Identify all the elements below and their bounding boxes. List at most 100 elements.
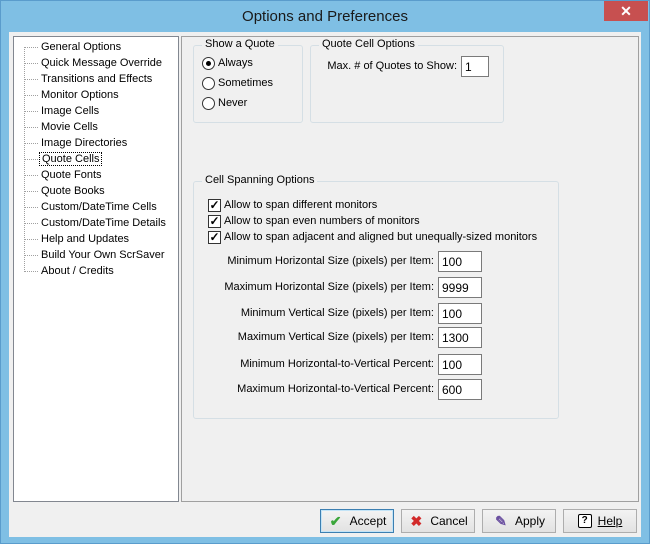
tree-item-label: Movie Cells <box>41 121 98 133</box>
min-horizontal-label: Minimum Horizontal Size (pixels) per Ite… <box>227 255 434 267</box>
min-ratio-input[interactable] <box>438 354 482 375</box>
tree-item-label: Image Directories <box>41 137 128 149</box>
tree-item-label: Monitor Options <box>41 89 119 101</box>
checkmark-icon: ✔ <box>329 512 342 529</box>
max-horizontal-input[interactable] <box>438 277 482 298</box>
tree-connector <box>24 206 38 208</box>
close-button[interactable]: ✕ <box>604 1 648 21</box>
radio-sometimes-indicator[interactable] <box>202 76 215 90</box>
radio-never-indicator[interactable] <box>202 96 215 110</box>
quote-cells-panel: Show a Quote Always Sometimes Never Quot… <box>181 36 639 502</box>
tree-connector <box>24 62 38 64</box>
tree-item-quote-fonts[interactable]: Quote Fonts <box>24 167 104 183</box>
min-vertical-label: Minimum Vertical Size (pixels) per Item: <box>240 307 434 319</box>
tree-item-label: General Options <box>41 41 122 53</box>
quote-cell-options-title: Quote Cell Options <box>319 38 418 50</box>
window-title: Options and Preferences <box>242 8 408 25</box>
min-vertical-input[interactable] <box>438 303 482 324</box>
tree-item-label: Custom/DateTime Details <box>41 217 166 229</box>
tree-item-custom-datetime-cells[interactable]: Custom/DateTime Cells <box>24 199 159 215</box>
dialog-client-area: General Options Quick Message Override Tra… <box>9 32 641 537</box>
min-ratio-label: Minimum Horizontal-to-Vertical Percent: <box>240 358 434 370</box>
accept-label: Accept <box>349 514 387 528</box>
max-vertical-input[interactable] <box>438 327 482 348</box>
options-tree[interactable]: General Options Quick Message Override Tra… <box>13 36 179 502</box>
tree-item-custom-datetime-details[interactable]: Custom/DateTime Details <box>24 215 168 231</box>
tree-connector <box>24 46 38 48</box>
tree-item-quick-message-override[interactable]: Quick Message Override <box>24 55 164 71</box>
tree-item-image-directories[interactable]: Image Directories <box>24 135 129 151</box>
tree-item-quote-books[interactable]: Quote Books <box>24 183 107 199</box>
apply-button[interactable]: ✎ Apply <box>482 509 556 533</box>
tree-connector <box>24 190 38 192</box>
tree-connector <box>24 110 38 112</box>
tree-item-general-options[interactable]: General Options <box>24 39 123 55</box>
radio-always[interactable]: Always <box>202 55 253 71</box>
tree-item-transitions-and-effects[interactable]: Transitions and Effects <box>24 71 154 87</box>
cross-icon: ✖ <box>410 512 423 529</box>
max-ratio-label: Maximum Horizontal-to-Vertical Percent: <box>237 383 434 395</box>
tree-item-label: Build Your Own ScrSaver <box>41 249 165 261</box>
tree-item-label: Quote Cells <box>39 152 103 166</box>
max-quotes-label: Max. # of Quotes to Show: <box>327 60 457 72</box>
tree-item-label: Help and Updates <box>41 233 130 245</box>
cancel-button[interactable]: ✖ Cancel <box>401 509 475 533</box>
check-span-different-box[interactable]: ✓ <box>208 198 221 212</box>
radio-always-indicator[interactable] <box>202 56 215 70</box>
tree-connector <box>24 238 38 240</box>
max-vertical-label: Maximum Vertical Size (pixels) per Item: <box>237 331 434 343</box>
tree-item-label: Transitions and Effects <box>41 73 153 85</box>
options-window: Options and Preferences ✕ General Option… <box>0 0 650 544</box>
title-bar[interactable]: Options and Preferences ✕ <box>1 1 649 32</box>
tree-item-label: Quote Books <box>41 185 105 197</box>
tree-item-monitor-options[interactable]: Monitor Options <box>24 87 121 103</box>
radio-sometimes[interactable]: Sometimes <box>202 75 273 91</box>
max-quotes-input[interactable] <box>461 56 489 77</box>
radio-always-label: Always <box>218 57 253 69</box>
tree-item-label: Quick Message Override <box>41 57 163 69</box>
show-quote-title: Show a Quote <box>202 38 278 50</box>
cell-spanning-title: Cell Spanning Options <box>202 174 318 186</box>
tree-item-label: Quote Fonts <box>41 169 102 181</box>
check-span-adjacent[interactable]: ✓ Allow to span adjacent and aligned but … <box>208 229 537 245</box>
tree-item-help-and-updates[interactable]: Help and Updates <box>24 231 131 247</box>
tree-item-movie-cells[interactable]: Movie Cells <box>24 119 100 135</box>
max-horizontal-label: Maximum Horizontal Size (pixels) per Ite… <box>224 281 434 293</box>
tree-connector <box>24 174 38 176</box>
check-span-adjacent-box[interactable]: ✓ <box>208 230 221 244</box>
check-span-even-label: Allow to span even numbers of monitors <box>224 215 420 227</box>
max-ratio-input[interactable] <box>438 379 482 400</box>
tree-connector <box>24 94 38 96</box>
check-span-even-box[interactable]: ✓ <box>208 214 221 228</box>
help-button[interactable]: ? Help <box>563 509 637 533</box>
tree-connector <box>24 142 38 144</box>
pencil-icon: ✎ <box>495 512 507 529</box>
tree-item-build-your-own-scrsaver[interactable]: Build Your Own ScrSaver <box>24 247 167 263</box>
tree-item-label: About / Credits <box>41 265 114 277</box>
radio-never[interactable]: Never <box>202 95 247 111</box>
tree-item-image-cells[interactable]: Image Cells <box>24 103 101 119</box>
tree-connector <box>24 254 38 256</box>
check-span-different[interactable]: ✓ Allow to span different monitors <box>208 197 377 213</box>
tree-connector <box>24 158 38 160</box>
cell-spanning-group: Cell Spanning Options ✓ Allow to span dif… <box>193 174 559 419</box>
help-icon: ? <box>577 514 592 528</box>
cancel-label: Cancel <box>430 514 468 528</box>
tree-connector <box>24 222 38 224</box>
radio-never-label: Never <box>218 97 248 109</box>
apply-label: Apply <box>514 514 546 528</box>
tree-item-quote-cells[interactable]: Quote Cells <box>24 151 103 167</box>
tree-connector <box>24 126 38 128</box>
accept-button[interactable]: ✔ Accept <box>320 509 394 533</box>
tree-item-label: Image Cells <box>41 105 100 117</box>
help-label: Help <box>597 514 623 528</box>
show-quote-group: Show a Quote Always Sometimes Never <box>193 38 303 123</box>
tree-item-about-credits[interactable]: About / Credits <box>24 263 116 279</box>
quote-cell-options-group: Quote Cell Options Max. # of Quotes to S… <box>310 38 504 123</box>
tree-connector <box>24 78 38 80</box>
tree-item-label: Custom/DateTime Cells <box>41 201 157 213</box>
check-span-even[interactable]: ✓ Allow to span even numbers of monitors <box>208 213 420 229</box>
min-horizontal-input[interactable] <box>438 251 482 272</box>
close-icon: ✕ <box>620 3 632 19</box>
check-span-adjacent-label: Allow to span adjacent and aligned but u… <box>224 231 538 243</box>
